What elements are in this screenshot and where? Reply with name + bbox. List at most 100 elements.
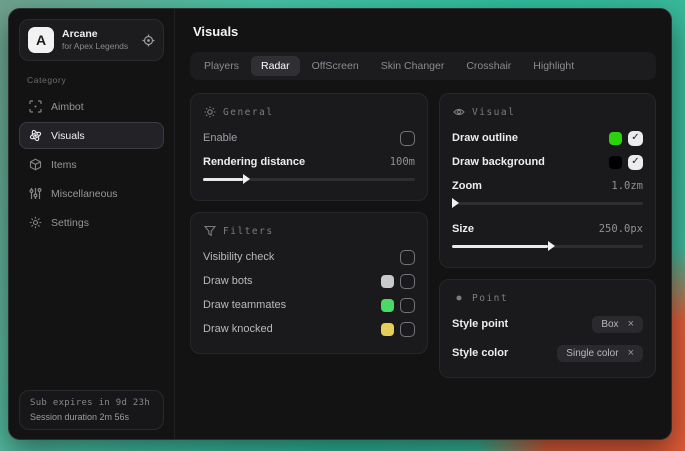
close-icon[interactable]: × (628, 348, 634, 359)
enable-checkbox[interactable] (400, 131, 415, 146)
sidebar-item-items[interactable]: Items (19, 151, 164, 178)
draw-outline-checkbox[interactable]: ✓ (628, 131, 643, 146)
visuals-tabstrip: Players Radar OffScreen Skin Changer Cro… (190, 52, 656, 80)
panel-filters: Filters Visibility check Draw bots (190, 212, 428, 354)
panel-title: Visual (472, 107, 515, 118)
sidebar-item-label: Settings (51, 217, 89, 229)
style-color-value: Single color (566, 348, 618, 359)
app-titles: Arcane for Apex Legends (62, 28, 134, 52)
category-label: Category (27, 75, 164, 85)
style-point-value: Box (601, 319, 618, 330)
draw-bots-row: Draw bots (203, 269, 415, 293)
panel-point-header: Point (453, 292, 643, 304)
zoom-value: 1.0zm (611, 180, 643, 192)
draw-outline-color-swatch[interactable] (609, 132, 622, 145)
sub-expires-text: Sub expires in 9d 23h (30, 398, 153, 408)
tab-highlight[interactable]: Highlight (523, 56, 584, 76)
rendering-distance-slider[interactable] (203, 178, 415, 181)
subscription-info-card: Sub expires in 9d 23h Session duration 2… (19, 390, 164, 430)
zoom-row: Zoom 1.0zm (452, 174, 643, 198)
sidebar-item-visuals[interactable]: Visuals (19, 122, 164, 149)
visibility-check-checkbox[interactable] (400, 250, 415, 265)
orbit-icon (29, 129, 42, 142)
panel-visual-header: Visual (453, 106, 643, 118)
sidebar-item-label: Visuals (51, 130, 85, 142)
style-point-label: Style point (452, 318, 508, 330)
eye-icon (453, 106, 465, 118)
dot-icon (453, 292, 465, 304)
app-window: A Arcane for Apex Legends Category Aimbo (8, 8, 672, 440)
app-header-card: A Arcane for Apex Legends (19, 19, 164, 61)
slider-fill (452, 245, 548, 248)
draw-knocked-checkbox[interactable] (400, 322, 415, 337)
panel-general: General Enable Rendering distance 100m (190, 93, 428, 201)
sidebar-item-aimbot[interactable]: Aimbot (19, 93, 164, 120)
tab-crosshair[interactable]: Crosshair (456, 56, 521, 76)
style-point-chip[interactable]: Box × (592, 316, 643, 333)
box-icon (29, 158, 42, 171)
session-duration-text: Session duration 2m 56s (30, 412, 153, 422)
sun-icon (204, 106, 216, 118)
style-color-chip[interactable]: Single color × (557, 345, 643, 362)
panel-general-header: General (204, 106, 415, 118)
sidebar-item-label: Items (51, 159, 77, 171)
size-label: Size (452, 223, 474, 235)
draw-outline-row: Draw outline ✓ (452, 126, 643, 150)
rendering-distance-value: 100m (390, 156, 415, 168)
size-value: 250.0px (599, 223, 643, 235)
sliders-icon (29, 187, 42, 200)
panel-title: Point (472, 293, 508, 304)
close-icon[interactable]: × (628, 319, 634, 330)
sidebar: A Arcane for Apex Legends Category Aimbo (9, 9, 175, 439)
crosshair-icon (29, 100, 42, 113)
zoom-slider[interactable] (452, 202, 643, 205)
draw-background-row: Draw background ✓ (452, 150, 643, 174)
draw-knocked-label: Draw knocked (203, 323, 273, 335)
sidebar-item-miscellaneous[interactable]: Miscellaneous (19, 180, 164, 207)
panel-visual: Visual Draw outline ✓ Draw background (439, 93, 656, 268)
draw-teammates-checkbox[interactable] (400, 298, 415, 313)
tab-skin-changer[interactable]: Skin Changer (371, 56, 455, 76)
draw-knocked-color-swatch[interactable] (381, 323, 394, 336)
panel-title: Filters (223, 226, 274, 237)
size-slider[interactable] (452, 245, 643, 248)
funnel-icon (204, 225, 216, 237)
rendering-distance-row: Rendering distance 100m (203, 150, 415, 174)
tab-offscreen[interactable]: OffScreen (302, 56, 369, 76)
draw-bots-color-swatch[interactable] (381, 275, 394, 288)
enable-row: Enable (203, 126, 415, 150)
page-title: Visuals (193, 24, 656, 39)
tab-radar[interactable]: Radar (251, 56, 300, 76)
draw-background-label: Draw background (452, 156, 545, 168)
draw-teammates-color-swatch[interactable] (381, 299, 394, 312)
enable-label: Enable (203, 132, 237, 144)
draw-knocked-row: Draw knocked (203, 317, 415, 341)
sidebar-item-label: Miscellaneous (51, 188, 118, 200)
target-icon[interactable] (142, 34, 155, 47)
draw-outline-label: Draw outline (452, 132, 518, 144)
draw-background-checkbox[interactable]: ✓ (628, 155, 643, 170)
app-subtitle: for Apex Legends (62, 41, 134, 52)
sidebar-item-label: Aimbot (51, 101, 84, 113)
gear-icon (29, 216, 42, 229)
draw-teammates-row: Draw teammates (203, 293, 415, 317)
sidebar-item-settings[interactable]: Settings (19, 209, 164, 236)
size-row: Size 250.0px (452, 217, 643, 241)
zoom-label: Zoom (452, 180, 482, 192)
draw-bots-checkbox[interactable] (400, 274, 415, 289)
slider-fill (203, 178, 243, 181)
style-color-row: Style color Single color × (452, 341, 643, 365)
panel-title: General (223, 107, 274, 118)
app-logo: A (28, 27, 54, 53)
panel-point: Point Style point Box × Style color Sing (439, 279, 656, 378)
visibility-check-label: Visibility check (203, 251, 274, 263)
tab-players[interactable]: Players (194, 56, 249, 76)
style-point-row: Style point Box × (452, 312, 643, 336)
draw-teammates-label: Draw teammates (203, 299, 286, 311)
app-name: Arcane (62, 28, 134, 41)
style-color-label: Style color (452, 347, 508, 359)
rendering-distance-label: Rendering distance (203, 156, 305, 168)
draw-bots-label: Draw bots (203, 275, 253, 287)
draw-background-color-swatch[interactable] (609, 156, 622, 169)
visibility-check-row: Visibility check (203, 245, 415, 269)
